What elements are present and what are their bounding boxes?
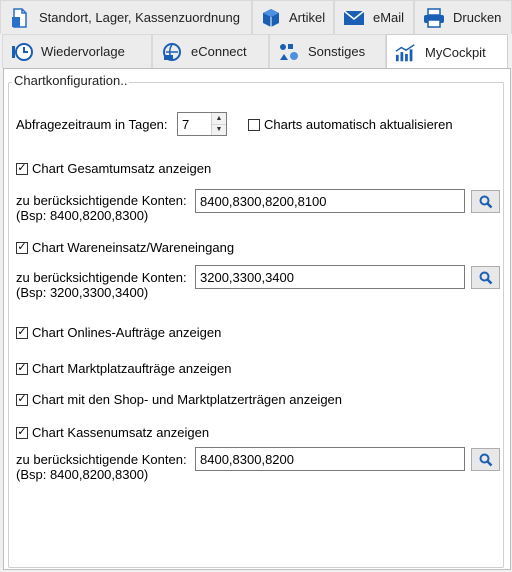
wareneinsatz-label: Chart Wareneinsatz/Wareneingang <box>32 240 235 255</box>
tab-email[interactable]: eMail <box>334 0 414 34</box>
tab-label: Drucken <box>453 10 502 25</box>
econnect-icon <box>161 42 183 62</box>
checkmark-icon[interactable]: ✓ <box>16 393 28 406</box>
marktplatz-checkbox[interactable]: ✓ Chart Marktplatzaufträge anzeigen <box>16 361 231 376</box>
query-period-spinner[interactable]: 7 ▲ ▼ <box>177 112 227 136</box>
kassenumsatz-label: Chart Kassenumsatz anzeigen <box>32 425 210 440</box>
checkmark-icon[interactable]: ✓ <box>16 362 28 375</box>
gesamtumsatz-konten-label: zu berücksichtigende Konten: <box>16 193 187 208</box>
cube-icon <box>261 8 281 28</box>
auto-refresh-checkbox[interactable]: Charts automatisch aktualisieren <box>248 117 453 132</box>
wareneinsatz-hint: (Bsp: 3200,3300,3400) <box>16 285 149 300</box>
shop-label: Chart mit den Shop- und Marktplatzerträg… <box>32 392 343 407</box>
spin-up-icon[interactable]: ▲ <box>212 113 226 125</box>
tab-artikel[interactable]: Artikel <box>252 0 334 34</box>
query-period-label: Abfragezeitraum in Tagen: <box>16 117 168 132</box>
kassenumsatz-hint: (Bsp: 8400,8200,8300) <box>16 467 149 482</box>
tab-label: Sonstiges <box>308 44 366 59</box>
document-icon <box>9 7 31 28</box>
kassenumsatz-konten-label: zu berücksichtigende Konten: <box>16 452 187 467</box>
search-icon <box>479 271 492 284</box>
gesamtumsatz-hint: (Bsp: 8400,8200,8300) <box>16 208 149 223</box>
checkmark-icon[interactable]: ✓ <box>16 241 28 254</box>
gesamtumsatz-checkbox[interactable]: ✓ Chart Gesamtumsatz anzeigen <box>16 161 211 176</box>
tab-drucken[interactable]: Drucken <box>414 0 512 34</box>
printer-icon <box>423 7 445 28</box>
tab-label: Wiedervorlage <box>41 44 125 59</box>
tab-label: eMail <box>373 10 405 25</box>
shop-checkbox[interactable]: ✓ Chart mit den Shop- und Marktplatzertr… <box>16 392 342 407</box>
gesamtumsatz-label: Chart Gesamtumsatz anzeigen <box>32 161 212 176</box>
checkmark-icon[interactable]: ✓ <box>16 162 28 175</box>
tab-label: eConnect <box>191 44 247 59</box>
tab-label: MyCockpit <box>425 45 486 60</box>
tab-mycockpit[interactable]: MyCockpit <box>386 34 508 70</box>
auto-refresh-label: Charts automatisch aktualisieren <box>264 117 453 132</box>
wareneinsatz-checkbox[interactable]: ✓ Chart Wareneinsatz/Wareneingang <box>16 240 234 255</box>
gesamtumsatz-konten-input[interactable]: 8400,8300,8200,8100 <box>195 189 465 213</box>
chart-icon <box>395 43 417 63</box>
email-icon <box>343 8 365 28</box>
tab-row-bottom: Wiedervorlage eConnect Sonstiges MyCockp… <box>0 34 508 70</box>
online-checkbox[interactable]: ✓ Chart Onlines-Aufträge anzeigen <box>16 325 221 340</box>
wareneinsatz-search-button[interactable] <box>471 266 500 289</box>
tab-standort[interactable]: Standort, Lager, Kassenzuordnung <box>0 0 252 34</box>
wareneinsatz-konten-input[interactable]: 3200,3300,3400 <box>195 265 465 289</box>
kassenumsatz-checkbox[interactable]: ✓ Chart Kassenumsatz anzeigen <box>16 425 209 440</box>
kassenumsatz-search-button[interactable] <box>471 448 500 471</box>
search-icon <box>479 453 492 466</box>
online-label: Chart Onlines-Aufträge anzeigen <box>32 325 222 340</box>
query-period-value[interactable]: 7 <box>178 113 211 135</box>
sonstiges-icon <box>278 42 300 62</box>
tab-econnect[interactable]: eConnect <box>152 34 269 68</box>
tab-row-top: Standort, Lager, Kassenzuordnung Artikel… <box>0 0 512 34</box>
gesamtumsatz-search-button[interactable] <box>471 190 500 213</box>
tab-wiedervorlage[interactable]: Wiedervorlage <box>2 34 152 68</box>
checkbox-unchecked-icon[interactable] <box>248 118 260 131</box>
spin-down-icon[interactable]: ▼ <box>212 124 226 135</box>
marktplatz-label: Chart Marktplatzaufträge anzeigen <box>32 361 232 376</box>
search-icon <box>479 195 492 208</box>
group-title: Chartkonfiguration.. <box>12 73 130 88</box>
wareneinsatz-konten-label: zu berücksichtigende Konten: <box>16 270 187 285</box>
clock-icon <box>11 42 33 62</box>
tab-label: Artikel <box>289 10 326 25</box>
tab-label: Standort, Lager, Kassenzuordnung <box>39 10 240 25</box>
checkmark-icon[interactable]: ✓ <box>16 326 28 339</box>
checkmark-icon[interactable]: ✓ <box>16 426 28 439</box>
tab-sonstiges[interactable]: Sonstiges <box>269 34 386 68</box>
kassenumsatz-konten-input[interactable]: 8400,8300,8200 <box>195 447 465 471</box>
